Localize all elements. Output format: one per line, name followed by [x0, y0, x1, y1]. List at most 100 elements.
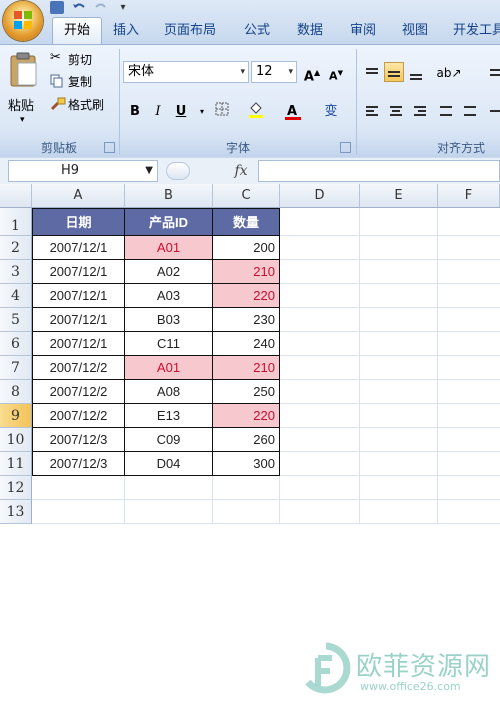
borders-button[interactable]: [212, 101, 232, 121]
align-right-button[interactable]: [410, 101, 430, 121]
cut-button[interactable]: ✂ 剪切: [50, 50, 120, 68]
product-id-cell[interactable]: B03: [125, 308, 213, 332]
formula-bar-expand-handle[interactable]: [166, 162, 190, 180]
date-cell[interactable]: 2007/12/1: [32, 332, 125, 356]
bold-button[interactable]: B: [125, 101, 145, 121]
date-cell[interactable]: 2007/12/3: [32, 452, 125, 476]
font-name-combo[interactable]: 宋体 ▾: [123, 61, 249, 83]
font-launcher-icon[interactable]: [340, 142, 351, 153]
paste-button[interactable]: 粘贴 ▾: [4, 49, 44, 135]
row-header[interactable]: 1: [0, 208, 32, 236]
table-header-cell[interactable]: 数量: [213, 208, 280, 236]
spreadsheet-grid[interactable]: A B C D E F 1 2 3 4 5 6 7 8 9 10 11 12 1…: [0, 184, 500, 694]
column-header-b[interactable]: B: [125, 184, 213, 208]
row-header-selected[interactable]: 9: [0, 404, 32, 428]
name-box[interactable]: H9 ▼: [8, 160, 158, 182]
clipboard-launcher-icon[interactable]: [104, 142, 115, 153]
date-cell[interactable]: 2007/12/2: [32, 380, 125, 404]
underline-dropdown-icon[interactable]: ▾: [192, 101, 212, 121]
font-size-combo[interactable]: 12 ▾: [251, 61, 297, 83]
column-header-e[interactable]: E: [360, 184, 438, 208]
quantity-cell[interactable]: 240: [213, 332, 280, 356]
formula-input[interactable]: [258, 160, 500, 182]
row-header[interactable]: 7: [0, 356, 32, 380]
quantity-cell[interactable]: 200: [213, 236, 280, 260]
chevron-down-icon[interactable]: ▼: [145, 161, 153, 181]
quantity-cell[interactable]: 220: [213, 404, 280, 428]
qat-customize-icon[interactable]: ▾: [116, 1, 130, 14]
date-cell[interactable]: 2007/12/3: [32, 428, 125, 452]
save-icon[interactable]: [50, 1, 64, 14]
decrease-indent-button[interactable]: [436, 101, 456, 121]
tab-data[interactable]: 数据: [286, 18, 334, 44]
undo-icon[interactable]: [72, 1, 86, 14]
shrink-font-button[interactable]: A▼: [326, 62, 346, 83]
date-cell[interactable]: 2007/12/2: [32, 356, 125, 380]
row-header[interactable]: 8: [0, 380, 32, 404]
row-header[interactable]: 5: [0, 308, 32, 332]
product-id-cell[interactable]: C11: [125, 332, 213, 356]
tab-page-layout[interactable]: 页面布局: [152, 18, 228, 44]
table-header-cell[interactable]: 日期: [32, 208, 125, 236]
font-color-button[interactable]: A: [282, 101, 302, 121]
redo-icon[interactable]: [94, 1, 108, 14]
align-top-button[interactable]: [362, 62, 382, 82]
product-id-cell[interactable]: A02: [125, 260, 213, 284]
row-header[interactable]: 11: [0, 452, 32, 476]
row-header[interactable]: 13: [0, 500, 32, 524]
date-cell[interactable]: 2007/12/1: [32, 284, 125, 308]
tab-review[interactable]: 审阅: [340, 18, 386, 44]
product-id-cell[interactable]: A03: [125, 284, 213, 308]
quantity-cell[interactable]: 210: [213, 260, 280, 284]
wrap-text-button[interactable]: [486, 62, 500, 82]
format-painter-button[interactable]: 格式刷: [50, 95, 120, 113]
quantity-cell[interactable]: 300: [213, 452, 280, 476]
row-header[interactable]: 2: [0, 236, 32, 260]
date-cell[interactable]: 2007/12/2: [32, 404, 125, 428]
product-id-cell[interactable]: E13: [125, 404, 213, 428]
align-center-button[interactable]: [386, 101, 406, 121]
select-all-corner[interactable]: [0, 184, 32, 208]
row-header[interactable]: 6: [0, 332, 32, 356]
column-header-f[interactable]: F: [438, 184, 500, 208]
column-header-d[interactable]: D: [280, 184, 360, 208]
product-id-cell[interactable]: A01: [125, 356, 213, 380]
increase-indent-button[interactable]: [460, 101, 480, 121]
row-header[interactable]: 12: [0, 476, 32, 500]
copy-button[interactable]: 复制: [50, 72, 120, 90]
tab-view[interactable]: 视图: [392, 18, 438, 44]
table-header-cell[interactable]: 产品ID: [125, 208, 213, 236]
quantity-cell[interactable]: 230: [213, 308, 280, 332]
quantity-cell[interactable]: 250: [213, 380, 280, 404]
quantity-cell[interactable]: 220: [213, 284, 280, 308]
orientation-button[interactable]: ab↗: [434, 62, 464, 82]
italic-button[interactable]: I: [148, 101, 168, 121]
tab-home[interactable]: 开始: [52, 17, 102, 44]
tab-insert[interactable]: 插入: [104, 18, 148, 44]
align-left-button[interactable]: [362, 101, 382, 121]
product-id-cell[interactable]: A08: [125, 380, 213, 404]
align-bottom-button[interactable]: [406, 62, 426, 82]
tab-formulas[interactable]: 公式: [234, 18, 280, 44]
product-id-cell[interactable]: C09: [125, 428, 213, 452]
insert-function-icon[interactable]: fx: [226, 161, 256, 181]
tab-developer[interactable]: 开发工具: [444, 18, 500, 44]
quantity-cell[interactable]: 260: [213, 428, 280, 452]
date-cell[interactable]: 2007/12/1: [32, 260, 125, 284]
fill-color-button[interactable]: [246, 101, 266, 121]
align-middle-button[interactable]: [384, 62, 404, 82]
date-cell[interactable]: 2007/12/1: [32, 236, 125, 260]
product-id-cell[interactable]: A01: [125, 236, 213, 260]
phonetic-button[interactable]: 变: [318, 101, 344, 121]
merge-center-button[interactable]: [486, 101, 500, 121]
date-cell[interactable]: 2007/12/1: [32, 308, 125, 332]
column-header-a[interactable]: A: [32, 184, 125, 208]
underline-button[interactable]: U: [171, 101, 191, 121]
row-header[interactable]: 3: [0, 260, 32, 284]
row-header[interactable]: 10: [0, 428, 32, 452]
column-header-c[interactable]: C: [213, 184, 280, 208]
paste-dropdown-icon[interactable]: ▾: [20, 115, 25, 125]
product-id-cell[interactable]: D04: [125, 452, 213, 476]
row-header[interactable]: 4: [0, 284, 32, 308]
grow-font-button[interactable]: A▲: [302, 62, 322, 84]
